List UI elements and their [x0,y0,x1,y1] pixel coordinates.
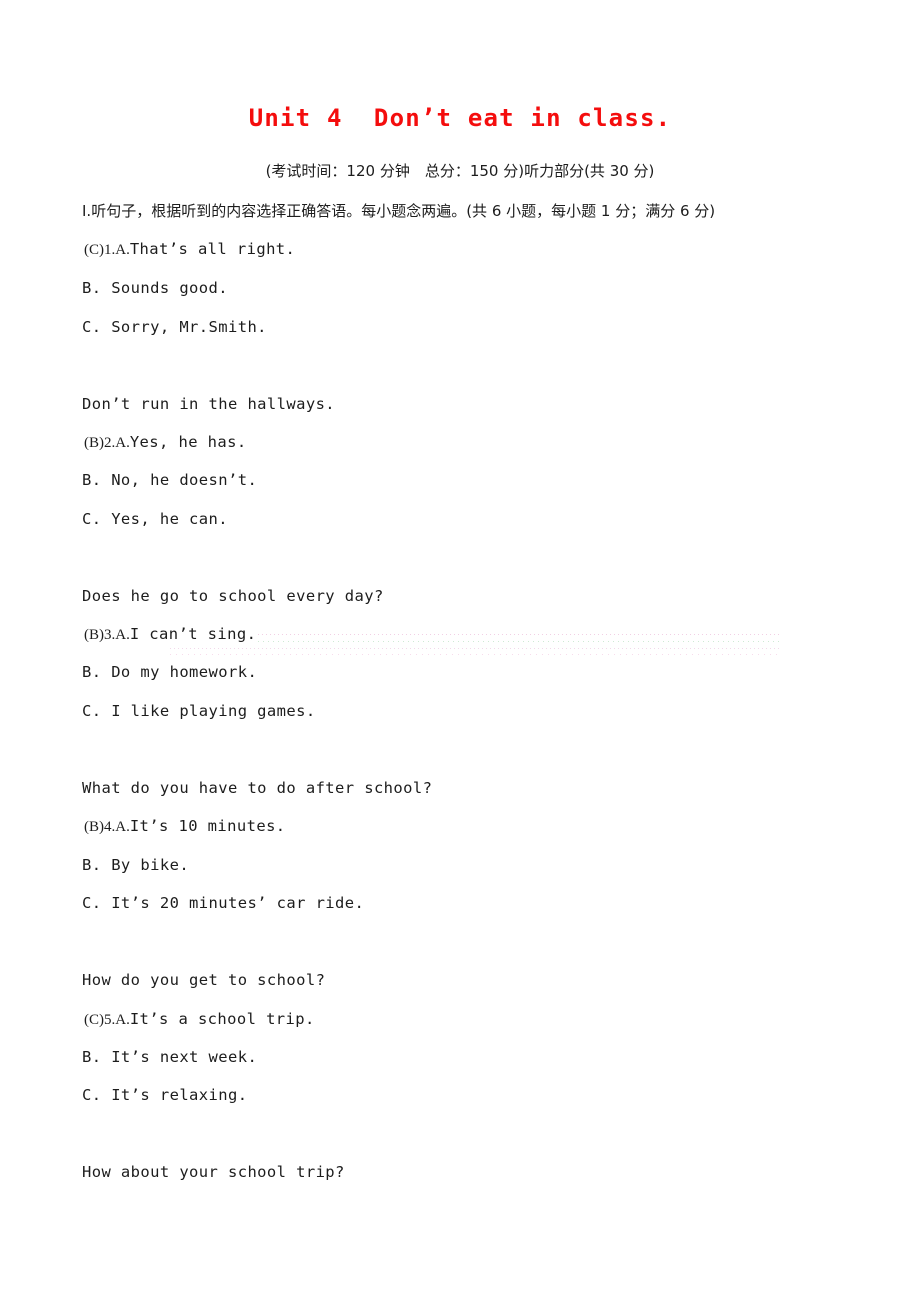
option-line-5-b: B. It’s next week. [82,1048,258,1066]
page-title: Unit 4 Don’t eat in class. [248,104,672,132]
option-line-3-c: C. I like playing games. [82,702,316,720]
option-line-1-c: C. Sorry, Mr.Smith. [82,318,267,336]
option-a-text-5: It’s a school trip. [129,1010,315,1028]
option-line-1-b: B. Sounds good. [82,279,228,297]
option-line-2-c: C. Yes, he can. [82,510,228,528]
exam-info-subtitle: (考试时间：120 分钟 总分：150 分)听力部分(共 30 分) [265,162,655,180]
option-line-4-c: C. It’s 20 minutes’ car ride. [82,894,365,912]
answer-marker-4: (B)4.A. [84,819,130,835]
scan-artifact-band [170,648,782,649]
prompt-line-5: How about your school trip? [82,1163,345,1181]
option-a-text-4: It’s 10 minutes. [129,817,286,835]
scan-artifact-band [258,634,782,635]
option-line-3-b: B. Do my homework. [82,663,258,681]
option-a-text-1: That’s all right. [129,240,296,258]
option-line-2-b: B. No, he doesn’t. [82,471,258,489]
prompt-line-1: Don’t run in the hallways. [82,395,336,413]
document-page: Unit 4 Don’t eat in class. (考试时间：120 分钟 … [0,0,920,1302]
scan-artifact-band [258,641,782,642]
option-a-text-2: Yes, he has. [129,433,247,451]
section-instruction: Ⅰ.听句子，根据听到的内容选择正确答语。每小题念两遍。(共 6 小题，每小题 1… [82,202,716,220]
scan-artifact-band [170,654,782,655]
answer-marker-5: (C)5.A. [84,1012,130,1028]
answer-line-4: (B)4.A.It’s 10 minutes. [84,817,286,836]
prompt-line-4: How do you get to school? [82,971,326,989]
answer-line-1: (C)1.A.That’s all right. [84,240,295,259]
answer-line-3: (B)3.A.I can’t sing. [84,625,256,644]
answer-line-2: (B)2.A.Yes, he has. [84,433,247,452]
answer-marker-2: (B)2.A. [84,435,130,451]
prompt-line-2: Does he go to school every day? [82,587,384,605]
option-a-text-3: I can’t sing. [129,625,257,643]
answer-marker-1: (C)1.A. [84,242,130,258]
answer-line-5: (C)5.A.It’s a school trip. [84,1010,315,1029]
answer-marker-3: (B)3.A. [84,627,130,643]
option-line-4-b: B. By bike. [82,856,190,874]
option-line-5-c: C. It’s relaxing. [82,1086,248,1104]
prompt-line-3: What do you have to do after school? [82,779,433,797]
